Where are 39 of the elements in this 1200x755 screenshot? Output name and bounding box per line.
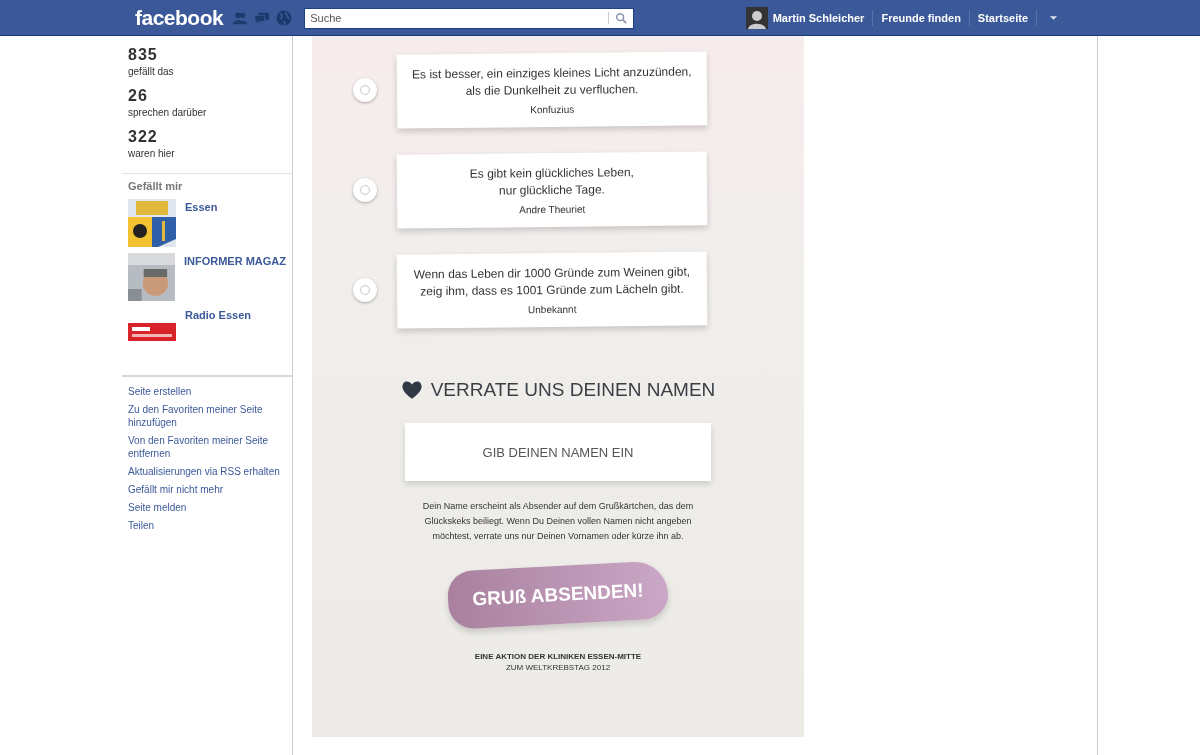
quote-author: Unbekannt (527, 303, 577, 316)
nav-link[interactable]: Freunde finden (881, 12, 961, 24)
heart-icon (400, 380, 423, 400)
profile-link[interactable]: Martin Schleicher (772, 12, 865, 24)
quote-author: Konfuzius (530, 103, 575, 116)
note-text: Dein Name erscheint als Absender auf dem Grußkärtchen, das dem Glückskeks beiliegt. Wenn Du Deinen vollen Namen nicht angeben möchtest, verrate uns nur Deinen Vornamen oder kürze ihn ab. (421, 500, 695, 543)
action-link[interactable]: Von den Favoriten meiner Seite entfernen (128, 434, 286, 460)
quote-text: Wenn das Leben dir 1000 Gründe zum Weinen gibt, zeig ihm, dass es 1001 Gründe zum Lächeln gibt. (413, 263, 691, 301)
quote-text: Es ist besser, ein einziges kleines Licht anzuzünden, als die Dunkelheit zu verfluchen. (412, 63, 692, 100)
action-link[interactable]: Seite melden (128, 501, 286, 514)
radio-button[interactable] (353, 278, 377, 302)
stat-count: 26 (128, 87, 149, 105)
stat-label: waren hier (128, 148, 176, 159)
section-heading: VERRATE UNS DEINEN NAMEN (430, 379, 716, 401)
action-link[interactable]: Gefällt mir nicht mehr (128, 483, 286, 496)
nav-link[interactable]: Startseite (977, 12, 1028, 24)
caret-icon[interactable] (1049, 15, 1058, 21)
radio-button[interactable] (353, 178, 377, 202)
action-link[interactable]: Teilen (128, 519, 286, 532)
footer-text: ZUM WELTKREBSTAG 2012 (504, 663, 612, 672)
stat-count: 322 (128, 128, 159, 146)
stat-label: gefällt das (128, 66, 175, 77)
radio-button[interactable] (353, 78, 377, 102)
page-link[interactable]: Radio Essen (185, 309, 252, 361)
logo[interactable]: facebook (135, 6, 224, 30)
action-link[interactable]: Aktualisierungen via RSS erhalten (128, 465, 286, 478)
page-link[interactable]: Essen (185, 201, 218, 253)
stat-count: 835 (128, 46, 159, 64)
stat-label: sprechen darüber (128, 107, 208, 118)
page-link[interactable]: INFORMER MAGAZ (183, 255, 286, 307)
quote-author: Andre Theuriet (519, 203, 586, 216)
action-link[interactable]: Seite erstellen (128, 385, 286, 398)
action-link[interactable]: Zu den Favoriten meiner Seite hinzufügen (128, 403, 286, 429)
name-field[interactable]: GIB DEINEN NAMEN EIN (405, 423, 711, 481)
avatar[interactable] (745, 7, 768, 29)
search-field[interactable]: Suche (304, 7, 635, 29)
quote-text: Es gibt kein glückliches Leben, nur glückliche Tage. (469, 164, 635, 200)
section-title: Gefällt mir (128, 180, 184, 192)
footer-text: EINE AKTION DER KLINIKEN ESSEN-MITTE (474, 652, 642, 661)
